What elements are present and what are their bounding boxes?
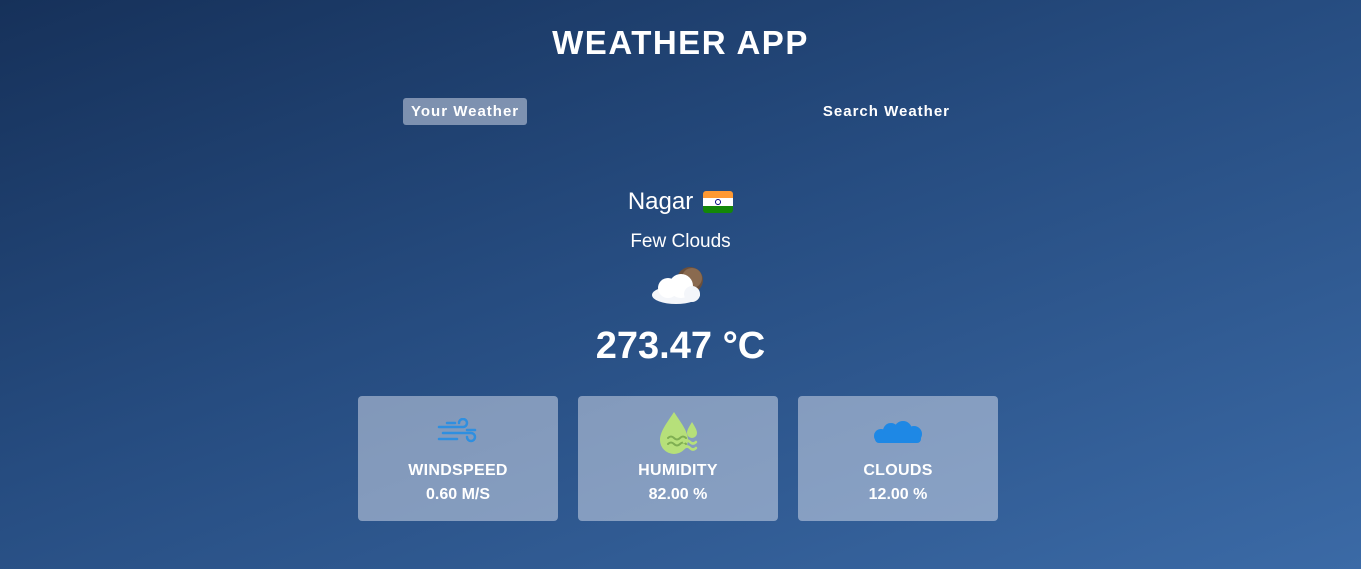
clouds-value: 12.00 % [868,486,928,503]
humidity-card: HUMIDITY 82.00 % [578,396,778,521]
stats-cards: WINDSPEED 0.60 M/S HUMIDITY 82.00 % CLOU… [358,396,998,521]
wind-icon [437,418,477,443]
temperature: 273.47 °C [595,325,766,367]
india-flag-icon [703,191,734,213]
humidity-value: 82.00 % [648,486,708,503]
windspeed-label: WINDSPEED [408,462,508,479]
windspeed-value: 0.60 M/S [425,486,491,503]
tab-search-weather[interactable]: Search Weather [815,98,958,125]
city-name: Nagar [627,188,694,215]
location: Nagar [0,188,1361,216]
tab-your-weather[interactable]: Your Weather [403,97,528,125]
weather-description: Few Clouds [630,231,731,252]
clouds-card: CLOUDS 12.00 % [798,396,998,521]
few-clouds-icon [652,267,703,304]
cloud-icon [874,421,922,443]
windspeed-card: WINDSPEED 0.60 M/S [358,396,558,521]
tab-bar: Your Weather Search Weather [403,97,958,125]
humidity-label: HUMIDITY [638,462,718,479]
clouds-label: CLOUDS [863,462,933,479]
humidity-icon [660,412,698,454]
app-title: WEATHER APP [552,24,809,61]
